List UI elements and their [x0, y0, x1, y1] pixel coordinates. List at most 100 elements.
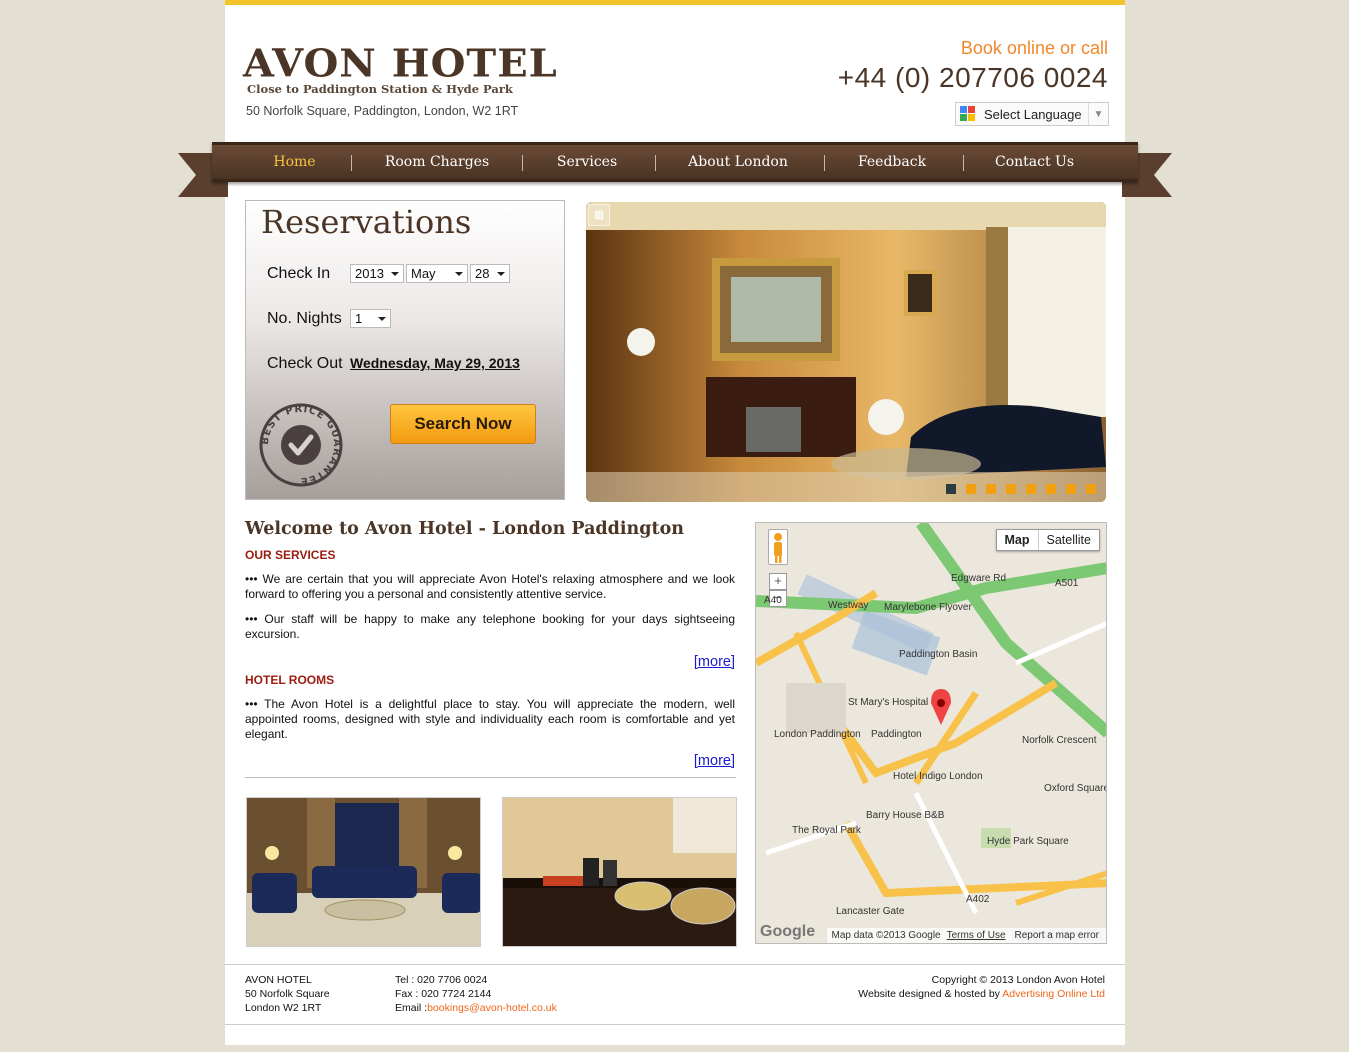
nav-divider [522, 155, 523, 171]
map-label: London Paddington [774, 729, 861, 740]
map-label: The Royal Park [792, 825, 861, 836]
check-out-label: Check Out [267, 355, 343, 372]
logo-subtitle: Close to Paddington Station & Hyde Park [247, 82, 513, 96]
breakfast-photo [503, 798, 736, 946]
footer-copyright-block: Copyright © 2013 London Avon Hotel Websi… [858, 973, 1105, 1001]
footer-fax: Fax : 020 7724 2144 [395, 988, 492, 1000]
rooms-more-wrap: [more] [245, 754, 735, 774]
footer-designed-row: Website designed & hosted by Advertising… [858, 987, 1105, 1001]
slider-dots [946, 484, 1096, 494]
map-label: St Mary's Hospital [848, 697, 929, 708]
nav-about-london[interactable]: About London [673, 145, 803, 179]
breakfast-thumbnail[interactable] [502, 797, 737, 947]
footer-email-row: Email :bookings@avon-hotel.co.uk [395, 1001, 557, 1015]
language-select[interactable]: Select Language ▼ [955, 102, 1109, 126]
nav-services[interactable]: Services [542, 145, 632, 179]
map-tab-satellite[interactable]: Satellite [1039, 530, 1099, 550]
check-in-year-select[interactable]: 2013 [350, 264, 404, 283]
rooms-more-link[interactable]: [more] [694, 754, 735, 769]
nav-divider [824, 155, 825, 171]
nights-select[interactable]: 1 [350, 309, 391, 328]
footer-email-link[interactable]: bookings@avon-hotel.co.uk [427, 1002, 557, 1014]
welcome-title: Welcome to Avon Hotel - London Paddingto… [245, 519, 684, 539]
nav-divider [351, 155, 352, 171]
map-label: Lancaster Gate [836, 906, 905, 917]
slider-dot[interactable] [1046, 484, 1056, 494]
google-translate-icon [960, 106, 976, 122]
services-more-link[interactable]: [more] [694, 655, 735, 670]
map-data-text: Map data ©2013 Google [831, 930, 941, 941]
slider-dot[interactable] [1066, 484, 1076, 494]
hotel-photo-slider[interactable]: ▦ [586, 202, 1106, 502]
slider-dot[interactable] [1026, 484, 1036, 494]
map-type-tabs: Map Satellite [995, 529, 1100, 551]
best-price-guarantee-seal: BEST PRICE GUARANTEE [259, 403, 343, 487]
map-label: A501 [1055, 578, 1079, 589]
map-label: A402 [966, 894, 990, 905]
reservations-panel: Reservations Check In 2013 May 28 No. Ni… [245, 200, 565, 500]
check-in-label: Check In [267, 265, 331, 282]
footer-address-line2: London W2 1RT [245, 1002, 322, 1014]
footer-designer-link[interactable]: Advertising Online Ltd [1002, 988, 1105, 1000]
slider-dot[interactable] [946, 484, 956, 494]
check-in-month-select[interactable]: May [406, 264, 468, 283]
nav-contact-us[interactable]: Contact Us [977, 145, 1092, 179]
check-out-date: Wednesday, May 29, 2013 [350, 355, 520, 371]
slider-dot[interactable] [1006, 484, 1016, 494]
footer-tel: Tel : 020 7706 0024 [395, 974, 488, 986]
map-terms-link[interactable]: Terms of Use [947, 930, 1006, 941]
footer-address-block: AVON HOTEL 50 Norfolk Square London W2 1… [245, 973, 330, 1015]
our-services-heading: OUR SERVICES [245, 548, 336, 562]
slider-dot[interactable] [966, 484, 976, 494]
slider-dot[interactable] [1086, 484, 1096, 494]
location-map[interactable]: + − Map Satellite Edgware Rd Westway Mar… [755, 522, 1107, 944]
map-label: Edgware Rd [951, 573, 1007, 584]
map-label: Paddington Basin [899, 649, 978, 660]
footer-contact-block: Tel : 020 7706 0024 Fax : 020 7724 2144 … [395, 973, 557, 1015]
nights-label: No. Nights [267, 310, 342, 327]
services-more-wrap: [more] [245, 655, 735, 675]
hotel-rooms-heading: HOTEL ROOMS [245, 673, 335, 687]
footer-copyright: Copyright © 2013 London Avon Hotel [931, 974, 1105, 986]
nav-room-charges[interactable]: Room Charges [367, 145, 507, 179]
search-now-button[interactable]: Search Now [390, 404, 536, 444]
map-label: Hyde Park Square [987, 836, 1069, 847]
map-label: Westway [828, 600, 869, 611]
map-google-logo: Google [760, 923, 816, 940]
nav-divider [655, 155, 656, 171]
chevron-down-icon: ▼ [1088, 103, 1108, 125]
footer-divider [225, 964, 1125, 965]
lobby-thumbnail[interactable] [246, 797, 481, 947]
footer-email-label: Email : [395, 1002, 428, 1014]
nav-divider [963, 155, 964, 171]
footer-hotel-name: AVON HOTEL [245, 974, 312, 986]
services-paragraph-2: ••• Our staff will be happy to make any … [245, 612, 735, 641]
logo-title[interactable]: AVON HOTEL [243, 41, 558, 86]
services-paragraph-1: ••• We are certain that you will appreci… [245, 572, 735, 601]
main-nav: Home Room Charges Services About London … [212, 142, 1138, 182]
map-label: Paddington [871, 729, 922, 740]
map-label: Norfolk Crescent [1022, 735, 1097, 746]
nav-feedback[interactable]: Feedback [842, 145, 942, 179]
map-label: A40 [764, 595, 782, 606]
slideshow-icon[interactable]: ▦ [588, 204, 610, 226]
footer-bottom-divider [225, 1024, 1125, 1025]
street-view-pegman-icon[interactable] [768, 529, 788, 565]
rooms-paragraph: ••• The Avon Hotel is a delightful place… [245, 697, 735, 741]
reservations-title: Reservations [261, 203, 472, 241]
nav-home[interactable]: Home [257, 145, 332, 179]
language-label: Select Language [984, 106, 1082, 122]
map-report-error-link[interactable]: Report a map error [1011, 930, 1102, 941]
slider-dot[interactable] [986, 484, 996, 494]
map-attribution: Map data ©2013 Google Terms of Use Repor… [827, 928, 1106, 943]
map-label: Oxford Square [1044, 783, 1107, 794]
map-zoom-in-button[interactable]: + [769, 573, 787, 590]
header-address: 50 Norfolk Square, Paddington, London, W… [246, 104, 519, 118]
check-in-day-select[interactable]: 28 [470, 264, 510, 283]
footer-designed-text: Website designed & hosted by [858, 988, 1000, 1000]
map-label: Marylebone Flyover [884, 602, 972, 613]
lounge-photo [586, 202, 1106, 502]
map-tab-map[interactable]: Map [997, 530, 1039, 550]
footer-address-line1: 50 Norfolk Square [245, 988, 330, 1000]
book-online-text: Book online or call [960, 38, 1108, 58]
